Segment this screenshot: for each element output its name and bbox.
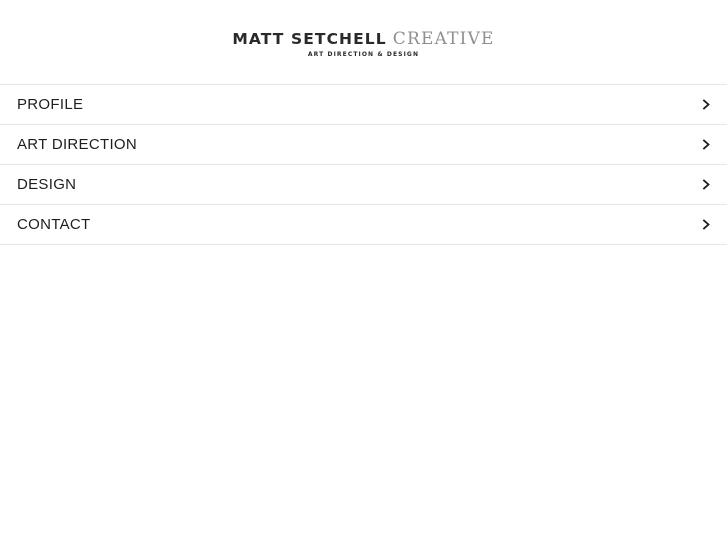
nav-item-design[interactable]: DESIGN [0,165,727,205]
nav-item-label: ART DIRECTION [17,136,138,153]
logo-creative: CREATIVE [392,29,495,49]
chevron-right-icon [702,99,710,110]
site-logo[interactable]: MATT SETCHELL CREATIVE ART DIRECTION & DE… [0,28,727,59]
nav-item-art-direction[interactable]: ART DIRECTION [0,125,727,165]
site-header: MATT SETCHELL CREATIVE ART DIRECTION & DE… [0,0,727,84]
nav-item-label: PROFILE [17,96,84,113]
chevron-right-icon [702,139,710,150]
chevron-right-icon [702,179,710,190]
chevron-right-icon [702,219,710,230]
main-nav: PROFILE ART DIRECTION DESIGN CONTACT [0,84,727,245]
nav-item-profile[interactable]: PROFILE [0,85,727,125]
nav-item-label: CONTACT [17,216,91,233]
nav-item-contact[interactable]: CONTACT [0,205,727,245]
logo-wordmark: MATT SETCHELL CREATIVE [0,28,727,50]
nav-item-label: DESIGN [17,176,77,193]
logo-tagline: ART DIRECTION & DESIGN [307,51,420,58]
logo-name: MATT SETCHELL [232,30,387,48]
